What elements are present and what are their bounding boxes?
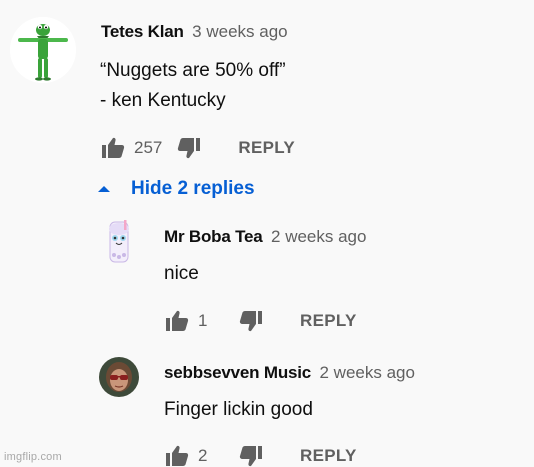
dislike-button[interactable] xyxy=(176,136,202,160)
dislike-button[interactable] xyxy=(238,309,264,333)
hide-replies-toggle[interactable]: Hide 2 replies xyxy=(97,178,255,200)
comment-text: Finger lickin good xyxy=(164,399,313,420)
like-count: 1 xyxy=(198,311,208,330)
hide-replies-label: Hide 2 replies xyxy=(131,178,255,199)
author-name[interactable]: Tetes Klan xyxy=(101,22,184,41)
comment-actions: 257 REPLY xyxy=(100,136,295,160)
kermit-avatar-icon xyxy=(10,17,76,83)
author-name[interactable]: sebbsevven Music xyxy=(164,363,311,382)
person-sunglasses-avatar-icon xyxy=(99,357,139,397)
like-button[interactable] xyxy=(164,444,190,467)
comment-text-line-1: “Nuggets are 50% off” xyxy=(100,60,286,81)
comment-actions: 1 REPLY xyxy=(164,309,357,333)
dislike-button[interactable] xyxy=(238,444,264,467)
timestamp[interactable]: 3 weeks ago xyxy=(192,22,287,41)
thumbs-up-icon xyxy=(166,310,189,331)
author-name[interactable]: Mr Boba Tea xyxy=(164,227,263,246)
reply-button[interactable]: REPLY xyxy=(238,138,295,158)
comment-actions: 2 REPLY xyxy=(164,444,357,467)
avatar[interactable] xyxy=(100,220,138,264)
reply-button[interactable]: REPLY xyxy=(300,446,357,466)
caret-up-icon xyxy=(98,186,110,192)
comment-header: Tetes Klan 3 weeks ago xyxy=(101,22,288,42)
thumbs-down-icon xyxy=(178,138,201,159)
timestamp[interactable]: 2 weeks ago xyxy=(320,363,415,382)
thumbs-down-icon xyxy=(239,446,262,467)
comment-header: sebbsevven Music 2 weeks ago xyxy=(164,363,415,383)
like-count: 257 xyxy=(134,138,163,157)
comment-text: nice xyxy=(164,263,199,284)
thumbs-up-icon xyxy=(102,137,125,158)
comment-header: Mr Boba Tea 2 weeks ago xyxy=(164,227,366,247)
like-button[interactable] xyxy=(164,309,190,333)
avatar[interactable] xyxy=(10,17,76,83)
thumbs-down-icon xyxy=(239,311,262,332)
timestamp[interactable]: 2 weeks ago xyxy=(271,227,366,246)
like-button[interactable] xyxy=(100,136,126,160)
thumbs-up-icon xyxy=(166,445,189,466)
reply-button[interactable]: REPLY xyxy=(300,311,357,331)
avatar[interactable] xyxy=(99,357,139,397)
comment-text-line-2: - ken Kentucky xyxy=(100,90,226,111)
like-count: 2 xyxy=(198,446,208,465)
boba-tea-avatar-icon xyxy=(109,220,129,263)
watermark: imgflip.com xyxy=(4,451,62,463)
